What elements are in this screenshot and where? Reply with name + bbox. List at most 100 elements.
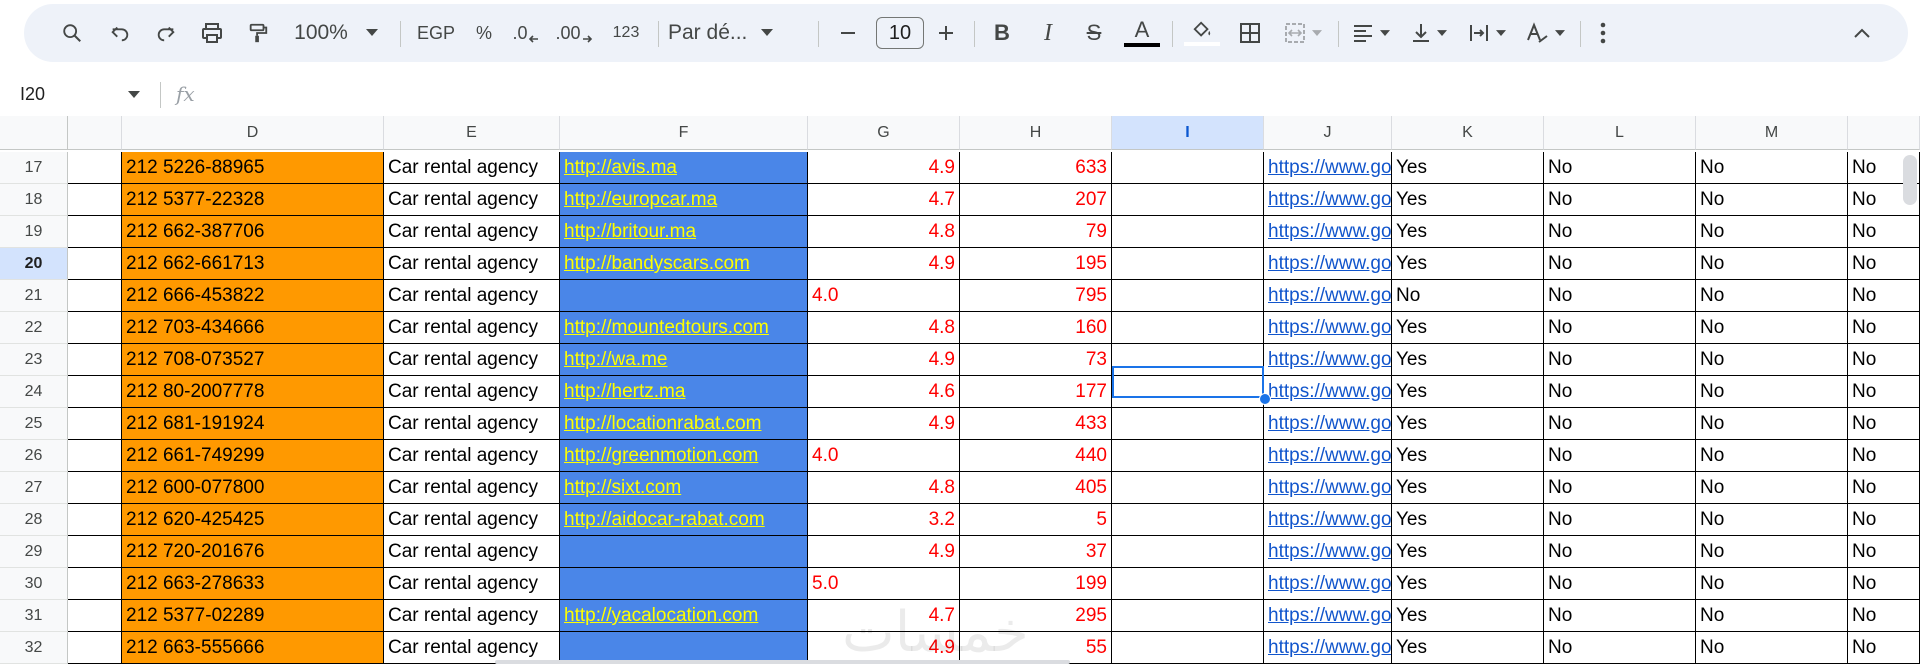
- column-header-k[interactable]: K: [1392, 116, 1544, 150]
- cell-d[interactable]: 212 600-077800: [122, 472, 384, 504]
- cell-i[interactable]: [1112, 632, 1264, 664]
- maps-link[interactable]: https://www.go: [1268, 477, 1391, 498]
- website-link[interactable]: http://sixt.com: [564, 477, 681, 498]
- cell-n[interactable]: No: [1848, 568, 1920, 600]
- cell-j[interactable]: https://www.go: [1264, 568, 1392, 600]
- cell-m[interactable]: No: [1696, 152, 1848, 184]
- cell-l[interactable]: No: [1544, 216, 1696, 248]
- cell-k[interactable]: Yes: [1392, 504, 1544, 536]
- cell-l[interactable]: No: [1544, 568, 1696, 600]
- cell-i[interactable]: [1112, 504, 1264, 536]
- cell-l[interactable]: No: [1544, 312, 1696, 344]
- cell-g[interactable]: 4.0: [808, 280, 960, 312]
- cell-j[interactable]: https://www.go: [1264, 440, 1392, 472]
- cell-i[interactable]: [1112, 248, 1264, 280]
- cell-h[interactable]: 440: [960, 440, 1112, 472]
- cell-h[interactable]: 433: [960, 408, 1112, 440]
- row-header-28[interactable]: 28: [0, 504, 68, 536]
- column-header[interactable]: [68, 116, 122, 150]
- cell-h[interactable]: 795: [960, 280, 1112, 312]
- cell-d[interactable]: 212 661-749299: [122, 440, 384, 472]
- cell-d[interactable]: 212 5226-88965: [122, 152, 384, 184]
- cell-h[interactable]: 207: [960, 184, 1112, 216]
- cell-e[interactable]: Car rental agency: [384, 472, 560, 504]
- cell-g[interactable]: 4.9: [808, 536, 960, 568]
- row-header-25[interactable]: 25: [0, 408, 68, 440]
- maps-link[interactable]: https://www.go: [1268, 317, 1391, 338]
- cell-i[interactable]: [1112, 312, 1264, 344]
- cell-k[interactable]: Yes: [1392, 408, 1544, 440]
- column-header-f[interactable]: F: [560, 116, 808, 150]
- cell-g[interactable]: 4.9: [808, 248, 960, 280]
- cell-l[interactable]: No: [1544, 632, 1696, 664]
- cell-j[interactable]: https://www.go: [1264, 408, 1392, 440]
- cell-k[interactable]: Yes: [1392, 344, 1544, 376]
- row-header-18[interactable]: 18: [0, 184, 68, 216]
- row-header-30[interactable]: 30: [0, 568, 68, 600]
- cell-m[interactable]: No: [1696, 440, 1848, 472]
- cell-c[interactable]: [68, 440, 122, 472]
- cell-k[interactable]: Yes: [1392, 248, 1544, 280]
- select-all-corner[interactable]: [0, 116, 68, 150]
- cell-c[interactable]: [68, 152, 122, 184]
- cell-m[interactable]: No: [1696, 184, 1848, 216]
- fill-color-button[interactable]: [1180, 4, 1224, 62]
- cell-n[interactable]: No: [1848, 280, 1920, 312]
- cell-g[interactable]: 4.8: [808, 472, 960, 504]
- column-header-l[interactable]: L: [1544, 116, 1696, 150]
- cell-n[interactable]: No: [1848, 440, 1920, 472]
- row-header-23[interactable]: 23: [0, 344, 68, 376]
- cell-e[interactable]: Car rental agency: [384, 536, 560, 568]
- cell-e[interactable]: Car rental agency: [384, 440, 560, 472]
- cell-n[interactable]: No: [1848, 344, 1920, 376]
- cell-k[interactable]: Yes: [1392, 376, 1544, 408]
- row-header-24[interactable]: 24: [0, 376, 68, 408]
- cell-e[interactable]: Car rental agency: [384, 184, 560, 216]
- cell-f[interactable]: http://wa.me: [560, 344, 808, 376]
- cell-m[interactable]: No: [1696, 504, 1848, 536]
- undo-button[interactable]: [102, 4, 138, 62]
- cell-g[interactable]: 4.8: [808, 216, 960, 248]
- maps-link[interactable]: https://www.go: [1268, 285, 1391, 306]
- cell-m[interactable]: No: [1696, 376, 1848, 408]
- cell-f[interactable]: http://hertz.ma: [560, 376, 808, 408]
- cell-d[interactable]: 212 662-661713: [122, 248, 384, 280]
- cell-f[interactable]: http://europcar.ma: [560, 184, 808, 216]
- cell-h[interactable]: 405: [960, 472, 1112, 504]
- maps-link[interactable]: https://www.go: [1268, 349, 1391, 370]
- cell-f[interactable]: http://mountedtours.com: [560, 312, 808, 344]
- maps-link[interactable]: https://www.go: [1268, 381, 1391, 402]
- cell-i[interactable]: [1112, 408, 1264, 440]
- percent-format-button[interactable]: %: [468, 4, 500, 62]
- cell-d[interactable]: 212 5377-02289: [122, 600, 384, 632]
- website-link[interactable]: http://aidocar-rabat.com: [564, 509, 765, 530]
- cell-f[interactable]: [560, 280, 808, 312]
- cell-f[interactable]: [560, 568, 808, 600]
- row-header-29[interactable]: 29: [0, 536, 68, 568]
- cell-g[interactable]: 5.0: [808, 568, 960, 600]
- website-link[interactable]: http://avis.ma: [564, 157, 677, 178]
- cell-j[interactable]: https://www.go: [1264, 184, 1392, 216]
- cell-g[interactable]: 3.2: [808, 504, 960, 536]
- cell-m[interactable]: No: [1696, 344, 1848, 376]
- maps-link[interactable]: https://www.go: [1268, 413, 1391, 434]
- cell-d[interactable]: 212 5377-22328: [122, 184, 384, 216]
- cell-c[interactable]: [68, 312, 122, 344]
- cell-g[interactable]: 4.9: [808, 344, 960, 376]
- cell-f[interactable]: http://locationrabat.com: [560, 408, 808, 440]
- cell-j[interactable]: https://www.go: [1264, 632, 1392, 664]
- cell-g[interactable]: 4.9: [808, 152, 960, 184]
- cell-j[interactable]: https://www.go: [1264, 344, 1392, 376]
- cell-m[interactable]: No: [1696, 280, 1848, 312]
- text-color-button[interactable]: A: [1120, 4, 1164, 62]
- cell-e[interactable]: Car rental agency: [384, 280, 560, 312]
- chevron-down-icon[interactable]: [128, 91, 140, 99]
- cell-g[interactable]: 4.0: [808, 440, 960, 472]
- website-link[interactable]: http://greenmotion.com: [564, 445, 758, 466]
- column-header-h[interactable]: H: [960, 116, 1112, 150]
- cell-j[interactable]: https://www.go: [1264, 536, 1392, 568]
- cell-c[interactable]: [68, 568, 122, 600]
- cell-d[interactable]: 212 620-425425: [122, 504, 384, 536]
- cell-m[interactable]: No: [1696, 536, 1848, 568]
- cell-k[interactable]: Yes: [1392, 472, 1544, 504]
